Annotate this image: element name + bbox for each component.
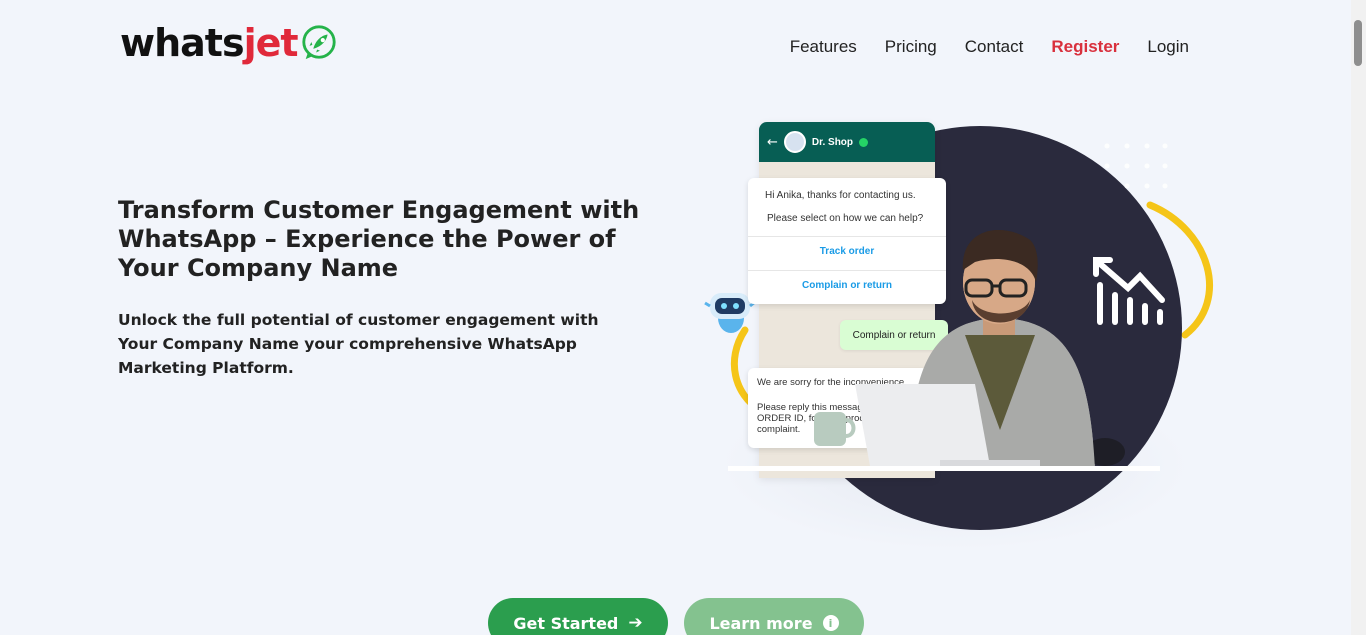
hero-subtitle: Unlock the full potential of customer en…	[118, 311, 599, 377]
back-arrow-icon: ←	[767, 134, 778, 150]
option-track-order: Track order	[819, 246, 875, 257]
logo-text-jet: jet	[243, 21, 299, 65]
response-line-1: We are sorry for the inconvenience.	[757, 377, 907, 388]
learn-more-button[interactable]: Learn more i	[684, 598, 864, 635]
divider	[748, 270, 946, 271]
greeting-line-2: Please select on how we can help?	[767, 213, 924, 224]
get-started-label: Get Started	[513, 613, 619, 633]
brand-logo[interactable]: whatsjet	[120, 20, 338, 66]
logo-wordmark: whatsjet	[120, 20, 299, 66]
nav-features[interactable]: Features	[790, 36, 857, 58]
scrollbar-thumb[interactable]	[1354, 20, 1362, 66]
verified-icon	[859, 137, 869, 147]
chat-contact-name: Dr. Shop	[811, 136, 854, 148]
logo-text-whats: whats	[120, 21, 245, 65]
option-complain-return: Complain or return	[801, 280, 892, 291]
learn-more-label: Learn more	[709, 613, 813, 633]
chat-header: ← Dr. Shop	[759, 122, 935, 162]
rocket-icon	[301, 25, 336, 60]
hero-title: Transform Customer Engagement with Whats…	[118, 196, 640, 282]
chat-bubble-reply: Complain or return	[840, 320, 948, 350]
get-started-button[interactable]: Get Started ➔	[488, 598, 668, 635]
nav-login[interactable]: Login	[1147, 36, 1189, 58]
response-line-2: Please reply this message with your ORDE…	[757, 402, 909, 435]
greeting-line-1: Hi Anika, thanks for contacting us.	[765, 190, 916, 201]
nav-register[interactable]: Register	[1051, 36, 1119, 58]
info-icon: i	[822, 615, 839, 631]
chat-bubble-response: We are sorry for the inconvenience. Plea…	[748, 368, 928, 448]
chat-bubble-greeting: Hi Anika, thanks for contacting us. Plea…	[748, 178, 946, 304]
nav-pricing[interactable]: Pricing	[885, 36, 937, 58]
divider	[748, 236, 946, 237]
arrow-right-icon: ➔	[628, 613, 643, 633]
shop-avatar	[783, 131, 806, 153]
nav-contact[interactable]: Contact	[965, 36, 1024, 58]
page-scrollbar[interactable]	[1351, 0, 1366, 635]
main-nav: Features Pricing Contact Register Login	[790, 36, 1189, 58]
